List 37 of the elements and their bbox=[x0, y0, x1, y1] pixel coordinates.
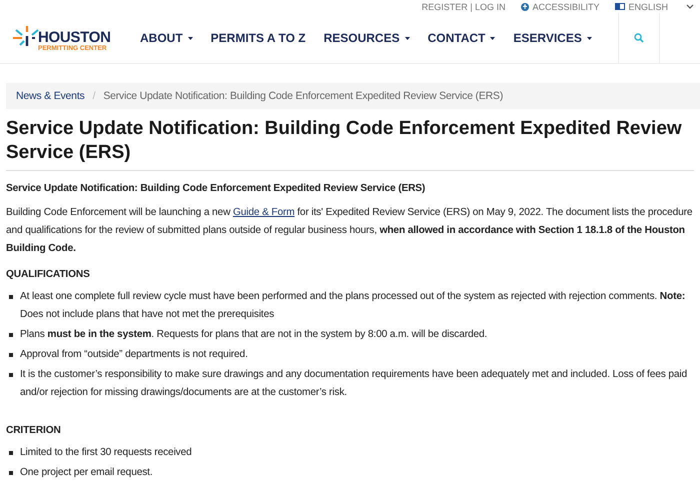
intro-paragraph: Building Code Enforcement will be launching a new Guide & Form for its' Expedited Review Service (ERS) on May 9, 2022. The document lists the procedure and qualifications for the review of submitted plans outside of regular business hours, when allowed in accordance with Section 1 18.1.8 of the Houston Building Code. bbox=[6, 206, 694, 256]
bullet-icon bbox=[9, 373, 13, 377]
search-icon bbox=[634, 33, 644, 43]
list-item-text: Approval from “outside” departments is not required. bbox=[20, 348, 248, 362]
caret-icon bbox=[490, 36, 496, 40]
article-subtitle: Service Update Notification: Building Code Enforcement Expedited Review Service (ERS) bbox=[6, 182, 426, 196]
breadcrumb-separator: / bbox=[92, 90, 96, 102]
accessibility-link[interactable]: ACCESSIBILITY bbox=[532, 2, 600, 12]
nav-link[interactable]: ESERVICES bbox=[513, 31, 592, 45]
language-selector[interactable]: ENGLISH bbox=[628, 2, 668, 12]
chevron-down-icon[interactable] bbox=[686, 4, 694, 9]
nav-link[interactable]: ABOUT bbox=[140, 31, 193, 45]
bullet-icon bbox=[9, 471, 13, 475]
register-login-link[interactable]: REGISTER | LOG IN bbox=[422, 2, 506, 12]
bullet-icon bbox=[9, 333, 13, 337]
bullet-icon bbox=[9, 353, 13, 357]
section-heading: QUALIFICATIONS bbox=[6, 268, 91, 282]
breadcrumb-link[interactable]: News & Events bbox=[16, 90, 85, 102]
breadcrumb-current: Service Update Notification: Building Code Enforcement Expedited Review Service (ERS) bbox=[103, 90, 504, 102]
caret-icon bbox=[404, 36, 410, 40]
page-title: Service Update Notification: Building Code Enforcement Expedited Review Service (ERS) bbox=[6, 117, 694, 171]
bullet-icon bbox=[9, 451, 13, 455]
accessibility-icon bbox=[521, 2, 530, 10]
caret-icon bbox=[188, 36, 193, 40]
list-item-text: One project per email request. bbox=[20, 466, 153, 480]
nav-link[interactable]: PERMITS A TO Z bbox=[210, 31, 306, 45]
nav-link[interactable]: CONTACT bbox=[428, 31, 496, 45]
bullet-icon bbox=[9, 295, 13, 299]
logo-wordmark: HOUSTON bbox=[38, 30, 111, 45]
list-item-text: Limited to the first 30 requests received bbox=[20, 446, 192, 460]
guide-form-link[interactable]: Guide & Form bbox=[232, 207, 295, 218]
caret-icon bbox=[586, 36, 592, 40]
translate-icon bbox=[615, 3, 626, 10]
section-heading: CRITERION bbox=[6, 424, 62, 438]
list-item-text: It is the customer’s responsibility to make sure drawings and any documentation requirements have been adequately met and included. Loss of fees paid and/or rejection for missing drawings/documents are at the customer’s risk. bbox=[20, 368, 688, 400]
nav-link[interactable]: RESOURCES bbox=[324, 31, 410, 45]
list-item-text: Plans must be in the system. Requests for plans that are not in the system by 8:00 a.m. will be discarded. bbox=[20, 328, 488, 342]
